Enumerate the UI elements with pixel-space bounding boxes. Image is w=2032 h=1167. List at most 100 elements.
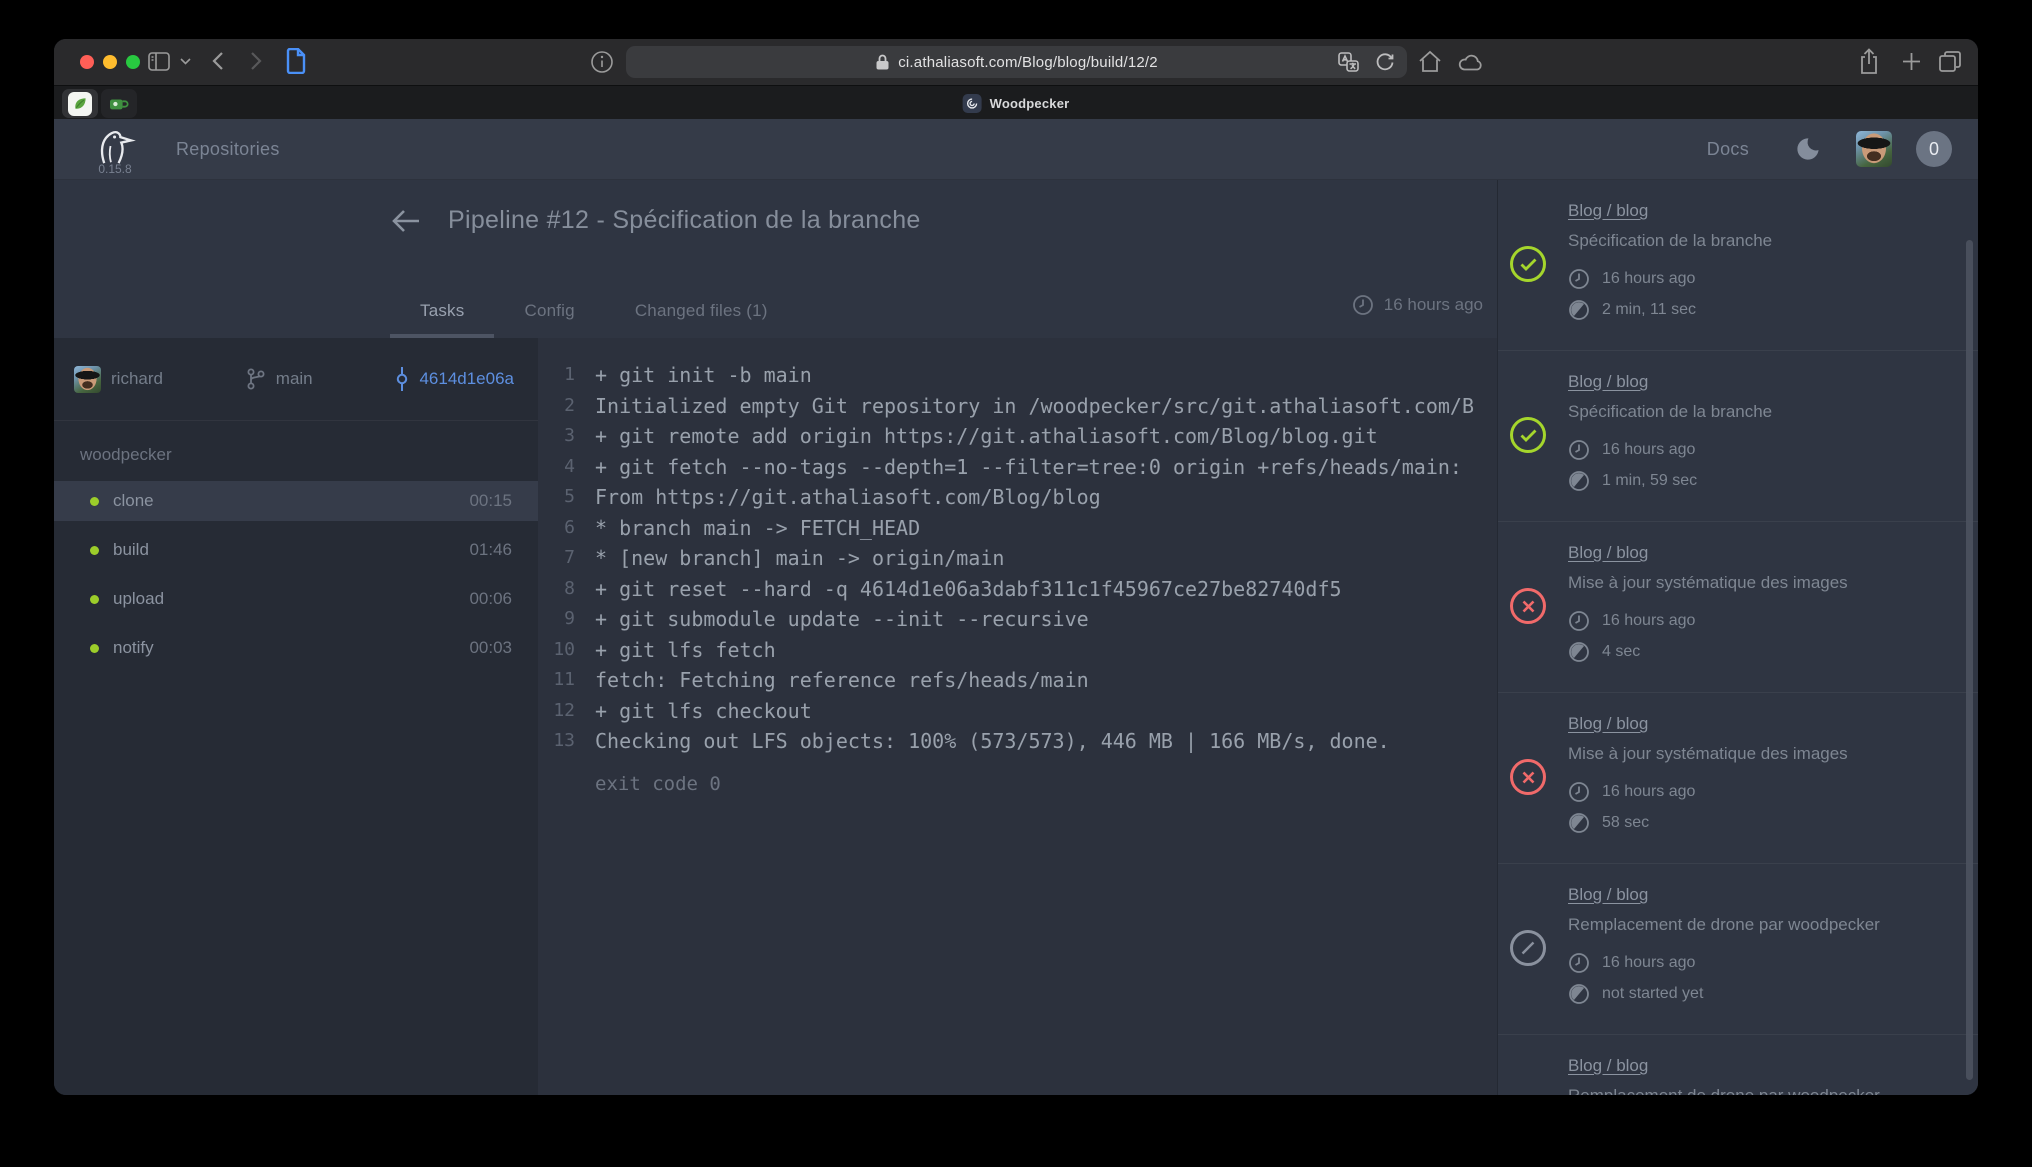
builds-sidebar: Blog / blog Spécification de la branche … xyxy=(1497,180,1978,1095)
address-bar[interactable]: ci.athaliasoft.com/Blog/blog/build/12/2 xyxy=(626,46,1407,78)
build-entry[interactable]: Blog / blog Spécification de la branche … xyxy=(1498,180,1978,351)
build-repo-link[interactable]: Blog / blog xyxy=(1568,542,1648,564)
build-duration: 58 sec xyxy=(1602,814,1649,832)
build-time: 16 hours ago xyxy=(1602,954,1695,972)
build-time: 16 hours ago xyxy=(1602,612,1695,630)
commit-hash[interactable]: 4614d1e06a xyxy=(395,367,514,391)
commit-icon xyxy=(395,367,409,391)
step-row[interactable]: notify 00:03 xyxy=(54,628,538,668)
build-commit-message: Mise à jour systématique des images xyxy=(1568,572,1952,594)
build-entry[interactable]: Blog / blog Mise à jour systématique des… xyxy=(1498,693,1978,864)
back-button[interactable] xyxy=(212,51,224,71)
console-line-text: fetch: Fetching reference refs/heads/mai… xyxy=(575,665,1089,696)
build-time-row: 16 hours ago xyxy=(1568,781,1952,803)
console-line: 9 + git submodule update --init --recurs… xyxy=(538,604,1497,635)
clock-icon xyxy=(1352,294,1374,316)
build-duration-row: 4 sec xyxy=(1568,641,1952,663)
nav-repositories-link[interactable]: Repositories xyxy=(176,139,280,160)
notification-badge[interactable]: 0 xyxy=(1916,131,1952,167)
browser-toolbar: ci.athaliasoft.com/Blog/blog/build/12/2 xyxy=(54,39,1978,85)
console-line-text: + git init -b main xyxy=(575,360,812,391)
build-repo-link[interactable]: Blog / blog xyxy=(1568,200,1648,222)
build-entry[interactable]: Blog / blog Mise à jour systématique des… xyxy=(1498,522,1978,693)
pinned-tab-cup[interactable] xyxy=(101,89,137,118)
sidebar-toggle-icon[interactable] xyxy=(148,52,170,71)
share-icon[interactable] xyxy=(1858,48,1880,75)
translate-icon[interactable] xyxy=(1338,52,1359,77)
home-icon[interactable] xyxy=(1418,50,1442,73)
build-entry[interactable]: Blog / blog Remplacement de drone par wo… xyxy=(1498,1035,1978,1095)
build-duration-row: not started yet xyxy=(1568,983,1952,1005)
screenshot-root: { "colors": { "success_green": "#a5d62c"… xyxy=(0,0,2032,1167)
url-text: ci.athaliasoft.com/Blog/blog/build/12/2 xyxy=(898,54,1158,71)
woodpecker-bird-icon xyxy=(94,128,136,164)
pipeline-tab[interactable]: Config xyxy=(494,285,604,338)
console-line-text: * branch main -> FETCH_HEAD xyxy=(575,513,920,544)
close-window-button[interactable] xyxy=(80,55,94,69)
console-output[interactable]: 1 + git init -b main 2 Initialized empty… xyxy=(538,338,1497,1095)
build-entry[interactable]: Blog / blog Remplacement de drone par wo… xyxy=(1498,864,1978,1035)
build-duration-row: 2 min, 11 sec xyxy=(1568,299,1952,321)
chevron-down-icon[interactable] xyxy=(180,58,191,65)
step-duration: 00:15 xyxy=(469,491,512,511)
pinned-tab-leaf[interactable] xyxy=(62,89,98,118)
pipeline-title: Pipeline #12 - Spécification de la branc… xyxy=(448,206,921,235)
reload-icon[interactable] xyxy=(1375,52,1395,77)
step-status-dot-icon xyxy=(90,644,99,653)
step-status-dot-icon xyxy=(90,497,99,506)
duration-icon xyxy=(1568,983,1590,1005)
commit-branch: main xyxy=(246,368,313,390)
build-repo-link[interactable]: Blog / blog xyxy=(1568,884,1648,906)
console-line: 1 + git init -b main xyxy=(538,360,1497,391)
build-duration-row: 58 sec xyxy=(1568,812,1952,834)
console-line: 10 + git lfs fetch xyxy=(538,635,1497,666)
reader-document-icon[interactable] xyxy=(286,48,306,74)
commit-author: richard xyxy=(74,366,163,393)
cloud-icon[interactable] xyxy=(1458,52,1484,71)
step-name: upload xyxy=(113,589,164,609)
console-line: 12 + git lfs checkout xyxy=(538,696,1497,727)
pipeline-tab[interactable]: Tasks xyxy=(390,285,494,338)
build-repo-link[interactable]: Blog / blog xyxy=(1568,371,1648,393)
zoom-window-button[interactable] xyxy=(126,55,140,69)
woodpecker-logo[interactable]: 0.15.8 xyxy=(94,128,136,176)
forward-button[interactable] xyxy=(250,51,262,71)
back-arrow-button[interactable] xyxy=(390,207,422,235)
step-row[interactable]: build 01:46 xyxy=(54,530,538,570)
minimize-window-button[interactable] xyxy=(103,55,117,69)
step-row[interactable]: upload 00:06 xyxy=(54,579,538,619)
pipeline-tab[interactable]: Changed files (1) xyxy=(605,285,798,338)
check-icon xyxy=(1520,429,1537,442)
build-meta-row: richard main 4614 xyxy=(54,338,538,421)
build-repo-link[interactable]: Blog / blog xyxy=(1568,713,1648,735)
console-line-text: Initialized empty Git repository in /woo… xyxy=(575,391,1474,422)
x-icon xyxy=(1522,771,1535,784)
new-tab-icon[interactable] xyxy=(1902,52,1921,71)
console-line-number: 12 xyxy=(538,696,575,727)
step-row[interactable]: clone 00:15 xyxy=(54,481,538,521)
sidebar-scrollbar[interactable] xyxy=(1966,240,1973,1080)
build-repo-link[interactable]: Blog / blog xyxy=(1568,1055,1648,1077)
user-avatar[interactable] xyxy=(1856,131,1892,167)
build-time: 16 hours ago xyxy=(1602,783,1695,801)
duration-icon xyxy=(1568,470,1590,492)
console-line-text: + git fetch --no-tags --depth=1 --filter… xyxy=(575,452,1462,483)
tab-strip: Woodpecker xyxy=(54,85,1978,119)
build-entry[interactable]: Blog / blog Spécification de la branche … xyxy=(1498,351,1978,522)
page-info-icon[interactable] xyxy=(590,50,614,74)
console-line-number: 10 xyxy=(538,635,575,666)
check-icon xyxy=(1520,258,1537,271)
pipeline-header: Pipeline #12 - Spécification de la branc… xyxy=(54,180,1497,338)
build-status-icon xyxy=(1510,588,1546,624)
console-line-number: 2 xyxy=(538,391,575,422)
author-avatar xyxy=(74,366,101,393)
nav-docs-link[interactable]: Docs xyxy=(1707,139,1749,160)
step-duration: 01:46 xyxy=(469,540,512,560)
active-tab[interactable]: Woodpecker xyxy=(963,86,1070,120)
theme-toggle-button[interactable] xyxy=(1793,136,1820,163)
cup-icon xyxy=(108,95,130,113)
clock-icon xyxy=(1568,268,1590,290)
tab-overview-icon[interactable] xyxy=(1938,50,1962,73)
build-commit-message: Remplacement de drone par woodpecker xyxy=(1568,1085,1952,1095)
moon-icon xyxy=(1793,136,1820,163)
